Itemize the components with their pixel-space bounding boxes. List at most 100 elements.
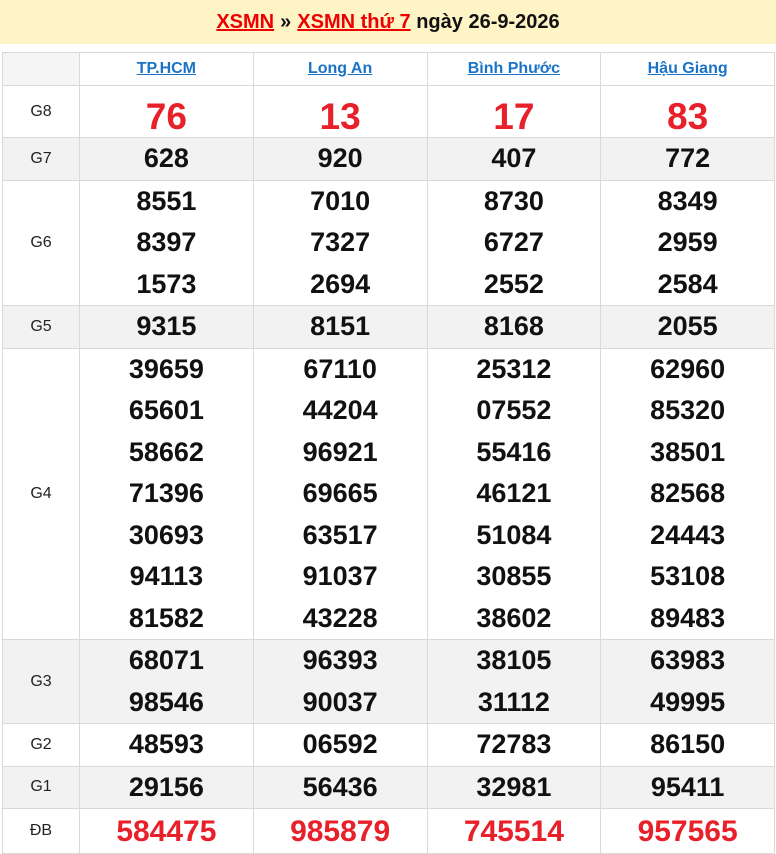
prize-number: 89483 — [650, 602, 726, 633]
prize-cell: 25312 07552 55416 46121 51084 30855 38602 — [426, 347, 602, 640]
prize-cell: 8151 — [252, 305, 428, 349]
prize-label: G4 — [2, 347, 80, 640]
prize-number: 94113 — [129, 561, 204, 591]
prize-number: 772 — [665, 143, 711, 173]
prize-number: 25312 — [476, 353, 552, 384]
prize-label: G1 — [2, 765, 80, 809]
prize-number: 96393 — [302, 645, 378, 675]
prize-label: G3 — [2, 639, 80, 724]
prize-number: 46121 — [476, 478, 552, 508]
prize-cell: 628 — [79, 137, 254, 181]
prize-number: 8730 — [483, 185, 544, 216]
prize-number: 8349 — [657, 185, 718, 216]
prize-row-g7: G7 628 920 407 772 — [2, 137, 775, 181]
prize-cell: 13 — [252, 85, 428, 138]
breadcrumb-separator: » — [280, 11, 292, 33]
prize-number: 53108 — [650, 561, 726, 591]
prize-cell: 48593 — [79, 723, 254, 767]
prize-cell: 96393 90037 — [252, 639, 428, 724]
prize-row-g1: G1 29156 56436 32981 95411 — [2, 765, 775, 809]
page-header: XSMN » XSMN thứ 7 ngày 26-9-2026 — [0, 0, 776, 44]
province-header: Long An — [252, 52, 428, 86]
prize-cell: 584475 — [79, 808, 254, 854]
prize-number: 8397 — [136, 227, 197, 257]
prize-number: 44204 — [302, 395, 378, 425]
prize-cell: 62960 85320 38501 82568 24443 53108 89483 — [600, 347, 775, 640]
province-header-row: TP.HCM Long An Bình Phước Hậu Giang — [2, 52, 775, 86]
prize-number: 85320 — [650, 395, 726, 425]
prize-number: 51084 — [476, 519, 552, 550]
prize-number: 30693 — [128, 519, 204, 550]
prize-number: 407 — [491, 143, 537, 173]
prize-number: 95411 — [650, 771, 725, 802]
prize-number: 48593 — [128, 729, 204, 759]
prize-label: G6 — [2, 179, 80, 306]
prize-cell: 9315 — [79, 305, 254, 349]
prize-number: 83 — [667, 95, 709, 137]
prize-cell: 72783 — [426, 723, 602, 767]
prize-cell: 8551 8397 1573 — [79, 179, 254, 306]
prize-number: 86150 — [650, 729, 726, 759]
prize-label: ĐB — [2, 808, 80, 854]
province-header: Bình Phước — [426, 52, 602, 86]
prize-number: 06592 — [302, 729, 378, 759]
province-header: TP.HCM — [79, 52, 254, 86]
prize-number: 43228 — [302, 602, 378, 633]
prize-label: G8 — [2, 85, 80, 138]
prize-number: 98546 — [128, 686, 204, 717]
prize-number: 67110 — [303, 353, 377, 384]
prize-cell: 29156 — [79, 765, 254, 809]
prize-number: 63517 — [302, 519, 378, 550]
prize-number: 81582 — [128, 602, 204, 633]
prize-number: 82568 — [650, 478, 726, 508]
province-link-hau-giang[interactable]: Hậu Giang — [648, 60, 728, 77]
prize-number: 32981 — [476, 771, 552, 802]
xsmn-saturday-link[interactable]: XSMN thứ 7 — [297, 11, 410, 33]
prize-number: 8168 — [483, 311, 544, 341]
prize-cell: 8349 2959 2584 — [600, 179, 775, 306]
prize-cell: 32981 — [426, 765, 602, 809]
prize-cell: 95411 — [600, 765, 775, 809]
prize-cell: 63983 49995 — [600, 639, 775, 724]
prize-cell: 56436 — [252, 765, 428, 809]
prize-number: 65601 — [128, 395, 204, 425]
prize-cell: 68071 98546 — [79, 639, 254, 724]
prize-number: 30855 — [476, 561, 552, 591]
prize-number: 7010 — [310, 185, 371, 216]
prize-number: 985879 — [290, 815, 391, 849]
draw-date: ngày 26-9-2026 — [416, 11, 560, 33]
prize-row-g4: G4 39659 65601 58662 71396 30693 94113 81582 671… — [2, 347, 775, 640]
prize-number: 2552 — [483, 268, 544, 299]
prize-number: 38105 — [476, 645, 552, 675]
prize-cell: 2055 — [600, 305, 775, 349]
prize-number: 55416 — [476, 436, 552, 467]
xsmn-link[interactable]: XSMN — [216, 11, 274, 33]
prize-number: 628 — [143, 143, 189, 173]
prize-cell: 985879 — [252, 808, 428, 854]
prize-number: 56436 — [302, 771, 378, 802]
prize-cell: 7010 7327 2694 — [252, 179, 428, 306]
province-link-long-an[interactable]: Long An — [308, 60, 372, 77]
prize-number: 31112 — [477, 686, 550, 717]
prize-number: 2694 — [310, 268, 371, 299]
prize-row-g2: G2 48593 06592 72783 86150 — [2, 723, 775, 767]
prize-number: 38501 — [650, 436, 726, 467]
prize-cell: 39659 65601 58662 71396 30693 94113 81582 — [79, 347, 254, 640]
prize-number: 2584 — [657, 268, 718, 299]
prize-row-g8: G8 76 13 17 83 — [2, 85, 775, 138]
prize-number: 1573 — [136, 268, 197, 299]
prize-cell: 407 — [426, 137, 602, 181]
prize-number: 91037 — [302, 561, 378, 591]
prize-number: 72783 — [476, 729, 552, 759]
prize-number: 68071 — [128, 645, 204, 675]
prize-row-g6: G6 8551 8397 1573 7010 7327 2694 8730 6727 2552 83… — [2, 179, 775, 306]
prize-cell: 772 — [600, 137, 775, 181]
prize-cell: 06592 — [252, 723, 428, 767]
prize-cell: 38105 31112 — [426, 639, 602, 724]
prize-number: 24443 — [650, 519, 726, 550]
province-link-tphcm[interactable]: TP.HCM — [137, 60, 196, 77]
prize-number: 38602 — [476, 602, 552, 633]
province-link-binh-phuoc[interactable]: Bình Phước — [468, 60, 560, 77]
prize-number: 96921 — [302, 436, 378, 467]
prize-cell: 920 — [252, 137, 428, 181]
